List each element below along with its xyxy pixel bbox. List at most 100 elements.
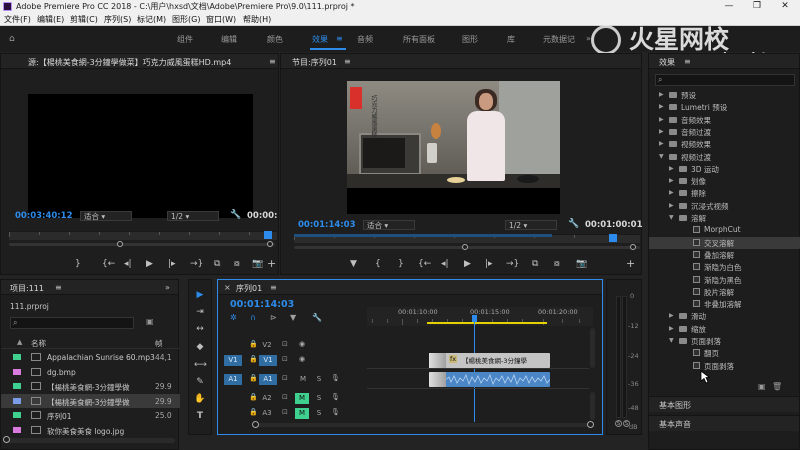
track-a1-solo[interactable]: S xyxy=(313,374,325,385)
source-zoom-bar[interactable] xyxy=(9,243,275,246)
wrench-icon[interactable]: 🔧 xyxy=(230,210,241,220)
track-lock-icon[interactable]: 🔒 xyxy=(249,355,258,363)
workspace-tab-libraries[interactable]: 库 xyxy=(507,34,515,45)
effects-item[interactable]: 交叉溶解 xyxy=(649,236,800,249)
effects-folder[interactable]: ▶ 沉浸式视频 xyxy=(649,200,800,212)
project-item[interactable]: 序列01 25.0 xyxy=(1,408,180,422)
workspace-tab-assembly[interactable]: 组件 xyxy=(177,34,193,45)
project-tab[interactable]: 项目:111 xyxy=(10,283,44,294)
project-col-name[interactable]: 名称 xyxy=(31,338,46,349)
track-sync-icon[interactable]: ⊡ xyxy=(282,340,288,348)
chevron-right-icon[interactable]: ▶ xyxy=(669,325,674,332)
label-color-swatch[interactable] xyxy=(13,412,21,418)
workspace-tab-color[interactable]: 颜色 xyxy=(267,34,283,45)
work-area-bar[interactable] xyxy=(427,322,547,324)
source-v1-patch[interactable]: V1 xyxy=(224,355,242,366)
linked-selection-icon[interactable]: ∩ xyxy=(250,313,256,322)
workspace-tab-graphics[interactable]: 图形 xyxy=(462,34,478,45)
new-custom-bin-icon[interactable]: ▣ xyxy=(758,382,766,391)
effects-item[interactable]: 渐隐为黑色 xyxy=(649,274,800,286)
effects-folder[interactable]: ▼ 溶解 xyxy=(649,212,800,224)
hand-tool-icon[interactable]: ✋ xyxy=(194,394,206,404)
source-go-to-in-button[interactable]: {← xyxy=(102,259,115,269)
chevron-right-icon[interactable]: ▶ xyxy=(659,140,664,147)
track-a2-solo[interactable]: S xyxy=(313,393,325,404)
ripple-edit-tool-icon[interactable]: ↔ xyxy=(194,324,206,334)
source-zoom-handle-left[interactable] xyxy=(117,241,123,247)
label-color-swatch[interactable] xyxy=(13,426,21,433)
track-a3-solo[interactable]: S xyxy=(313,408,325,419)
track-lock-icon[interactable]: 🔒 xyxy=(249,408,258,416)
extract-button[interactable]: ⧇ xyxy=(554,259,560,269)
track-eye-icon[interactable]: ◉ xyxy=(299,355,305,363)
delete-custom-item-icon[interactable]: 🗑 xyxy=(772,382,782,391)
workspace-tab-metadata[interactable]: 元数据记 xyxy=(543,34,575,45)
chevron-right-icon[interactable]: ▶ xyxy=(669,202,674,209)
program-step-forward-button[interactable]: |▸ xyxy=(485,259,493,269)
track-a2-mute[interactable]: M xyxy=(295,393,309,404)
project-more-icon[interactable]: » xyxy=(165,283,170,292)
effects-item[interactable]: 叠加溶解 xyxy=(649,249,800,261)
program-playhead[interactable] xyxy=(609,234,617,242)
effects-folder[interactable]: ▼ 页面剥落 xyxy=(649,335,800,347)
voice-over-mic-icon[interactable]: 🎙 xyxy=(331,393,340,401)
source-monitor-tab[interactable]: 源:【楊桃美食網-3分鐘學做菜】巧克力威風蛋糕HD.mp4 xyxy=(28,57,231,68)
source-fit-select[interactable]: 适合 ▾ xyxy=(80,211,132,221)
source-monitor-menu-icon[interactable]: ≡ xyxy=(269,57,276,66)
project-item[interactable]: 【楊桃美食網-3分鐘學做 29.9 xyxy=(1,393,180,408)
track-sync-icon[interactable]: ⊡ xyxy=(282,408,288,416)
essential-sound-section[interactable]: 基本声音 xyxy=(649,415,799,431)
source-time-ruler[interactable] xyxy=(9,231,277,240)
source-quality-select[interactable]: 1/2 ▾ xyxy=(167,211,219,221)
effects-item[interactable]: MorphCut xyxy=(649,224,800,236)
project-col-rate[interactable]: 帧 xyxy=(155,338,163,349)
chevron-right-icon[interactable]: ▶ xyxy=(659,128,664,135)
label-color-swatch[interactable] xyxy=(13,354,21,360)
effects-folder[interactable]: ▶ 滑动 xyxy=(649,310,800,322)
effects-item[interactable]: 页面剥落 xyxy=(649,360,800,372)
program-mark-in-button[interactable]: { xyxy=(375,259,381,269)
source-step-back-button[interactable]: ◂| xyxy=(124,259,132,269)
label-color-swatch[interactable] xyxy=(13,368,21,375)
track-lock-icon[interactable]: 🔒 xyxy=(249,340,258,348)
timeline-timecode[interactable]: 00:01:14:03 xyxy=(230,299,294,310)
program-go-to-in-button[interactable]: {← xyxy=(418,259,431,269)
label-color-swatch[interactable] xyxy=(13,397,21,404)
track-a1-mute[interactable]: M xyxy=(297,374,309,385)
timeline-zoom-bar[interactable] xyxy=(254,423,590,427)
transition-marker[interactable] xyxy=(429,353,446,368)
workspace-tab-effects[interactable]: 效果 xyxy=(312,34,328,45)
video-clip[interactable]: fx 【楊桃美食網-3分鐘學 xyxy=(429,353,550,368)
voice-over-mic-icon[interactable]: 🎙 xyxy=(331,408,340,416)
timeline-zoom-handle-right[interactable] xyxy=(587,421,594,428)
chevron-down-icon[interactable]: ▼ xyxy=(659,153,664,160)
source-go-to-out-button[interactable]: →} xyxy=(190,259,203,269)
chevron-right-icon[interactable]: ▶ xyxy=(659,91,664,98)
chevron-right-icon[interactable]: ▶ xyxy=(669,177,674,184)
track-v1-label[interactable]: V1 xyxy=(259,355,277,366)
audio-clip[interactable] xyxy=(429,372,550,387)
source-add-button[interactable]: + xyxy=(267,257,276,270)
track-eye-icon[interactable]: ◉ xyxy=(299,340,305,348)
workspace-tab-audio[interactable]: 音频 xyxy=(357,34,373,45)
minimize-button[interactable]: — xyxy=(716,0,742,13)
effects-folder[interactable]: ▶ 划像 xyxy=(649,175,800,187)
track-a1-label[interactable]: A1 xyxy=(259,374,277,385)
maximize-button[interactable]: ❐ xyxy=(744,0,770,13)
menu-edit[interactable]: 编辑(E) xyxy=(37,13,64,26)
meter-solo-right[interactable]: S xyxy=(623,420,630,427)
effects-folder[interactable]: ▶ 视频效果 xyxy=(649,138,800,150)
source-step-forward-button[interactable]: |▸ xyxy=(168,259,176,269)
effects-item[interactable]: 胶片溶解 xyxy=(649,286,800,298)
track-lock-icon[interactable]: 🔒 xyxy=(249,393,258,401)
effects-folder[interactable]: ▶ 擦除 xyxy=(649,187,800,199)
chevron-right-icon[interactable]: ▶ xyxy=(659,103,664,110)
source-insert-button[interactable]: ⧉ xyxy=(214,259,220,269)
effects-item[interactable]: 翻页 xyxy=(649,347,800,359)
program-step-back-button[interactable]: ◂| xyxy=(441,259,449,269)
track-sync-icon[interactable]: ⊡ xyxy=(282,393,288,401)
type-tool-icon[interactable]: T xyxy=(194,411,206,421)
audio-tracks-scrollbar[interactable] xyxy=(590,392,595,420)
insert-sequence-icon[interactable]: ⊳ xyxy=(270,313,277,322)
program-quality-select[interactable]: 1/2 ▾ xyxy=(505,220,557,230)
